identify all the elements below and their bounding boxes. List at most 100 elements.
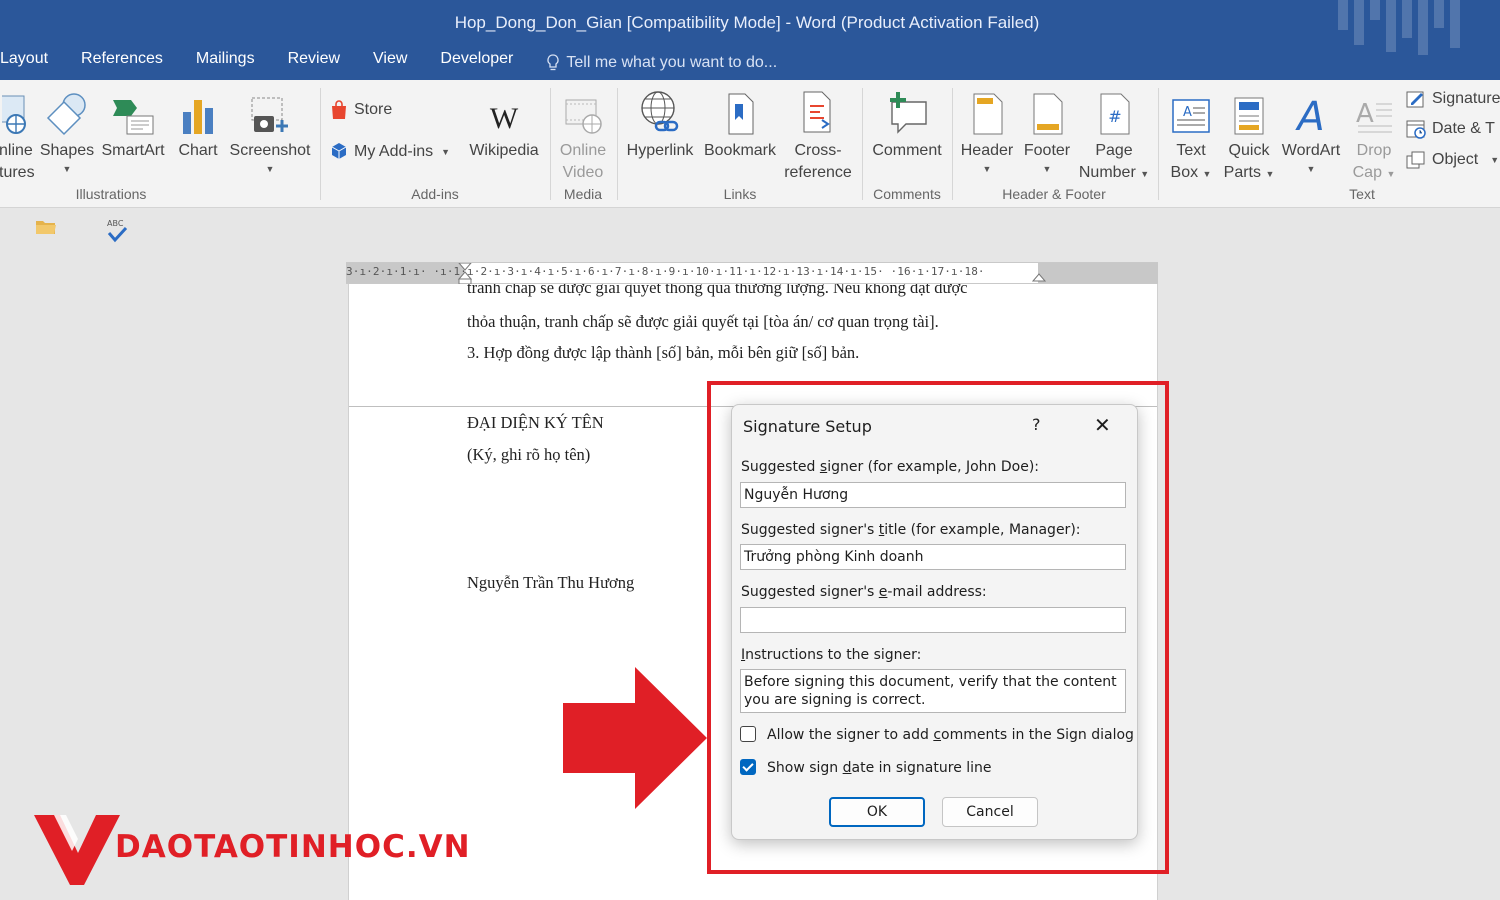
help-button[interactable]: ? bbox=[1032, 415, 1041, 434]
drop-cap-icon: A bbox=[1356, 99, 1392, 133]
allow-comments-label[interactable]: Allow the signer to add comments in the … bbox=[767, 727, 1134, 743]
doc-line-1: thỏa thuận, tranh chấp sẽ được giải quyế… bbox=[467, 312, 939, 331]
header-button[interactable]: Header ▼ bbox=[956, 88, 1018, 176]
signer-email-input[interactable] bbox=[740, 607, 1126, 633]
spelling-check-icon[interactable]: ABC bbox=[106, 218, 128, 244]
close-icon[interactable]: ✕ bbox=[1094, 413, 1111, 437]
header-icon bbox=[973, 93, 1003, 135]
hyperlink-button[interactable]: Hyperlink bbox=[622, 88, 698, 162]
comment-icon bbox=[890, 92, 927, 134]
screenshot-icon bbox=[251, 97, 288, 132]
show-sign-date-label[interactable]: Show sign date in signature line bbox=[767, 760, 992, 776]
addins-icon bbox=[331, 143, 347, 159]
svg-text:A: A bbox=[1294, 94, 1324, 136]
tell-me-box[interactable]: Tell me what you want to do... bbox=[546, 50, 777, 76]
allow-comments-checkbox[interactable] bbox=[740, 726, 756, 742]
text-box-icon: A bbox=[1172, 99, 1210, 133]
dialog-title: Signature Setup bbox=[743, 417, 872, 436]
store-icon bbox=[332, 100, 346, 119]
my-addins-button[interactable]: My Add-ins ▼ bbox=[330, 142, 450, 162]
comment-button[interactable]: Comment bbox=[866, 88, 948, 162]
quick-parts-dropdown-icon: ▼ bbox=[1265, 169, 1275, 179]
group-addins: Add-ins bbox=[411, 186, 459, 202]
object-dropdown-icon: ▼ bbox=[1490, 155, 1500, 165]
svg-text:A: A bbox=[1183, 105, 1192, 120]
screenshot-dropdown-icon: ▼ bbox=[265, 164, 275, 174]
tab-layout[interactable]: Layout bbox=[0, 50, 48, 76]
online-video-button[interactable]: Online Video bbox=[553, 88, 613, 184]
bookmark-button[interactable]: Bookmark bbox=[700, 88, 780, 162]
page-number-button[interactable]: # Page Number ▼ bbox=[1076, 88, 1152, 184]
svg-text:ABC: ABC bbox=[107, 219, 124, 228]
red-arrow-icon bbox=[563, 667, 707, 809]
chart-button[interactable]: Chart bbox=[174, 88, 222, 162]
smartart-icon bbox=[113, 100, 154, 135]
drop-cap-button[interactable]: A Drop Cap ▼ bbox=[1346, 88, 1402, 184]
svg-text:#: # bbox=[1108, 107, 1121, 126]
wikipedia-button[interactable]: W Wikipedia bbox=[464, 88, 544, 162]
ok-button[interactable]: OK bbox=[829, 797, 925, 827]
instructions-label: Instructions to the signer: bbox=[741, 647, 922, 663]
smartart-button[interactable]: SmartArt bbox=[98, 88, 168, 162]
text-box-dropdown-icon: ▼ bbox=[1202, 169, 1212, 179]
group-illustrations: Illustrations bbox=[75, 186, 147, 202]
ruler-scale: 3·ı·2·ı·1·ı· ·ı·1·ı·2·ı·3·ı·4·ı·5·ı·6·ı·… bbox=[346, 265, 985, 278]
tab-mailings[interactable]: Mailings bbox=[196, 50, 255, 76]
signer-title-input[interactable]: Trưởng phòng Kinh doanh bbox=[740, 544, 1126, 570]
tell-me-placeholder: Tell me what you want to do... bbox=[566, 54, 778, 71]
wikipedia-icon: W bbox=[490, 102, 519, 135]
bookmark-icon bbox=[728, 93, 754, 135]
signature-line-icon bbox=[1406, 91, 1424, 108]
doc-line-2: 3. Hợp đồng được lập thành [số] bản, mỗi… bbox=[467, 343, 860, 362]
group-media: Media bbox=[563, 186, 603, 202]
ribbon-tabs: Layout References Mailings Review View D… bbox=[0, 50, 777, 76]
online-pictures-button[interactable]: nline tures bbox=[0, 88, 36, 184]
lightbulb-icon bbox=[547, 54, 559, 71]
footer-button[interactable]: Footer ▼ bbox=[1016, 88, 1078, 176]
horizontal-ruler[interactable]: 3·ı·2·ı·1·ı· ·ı·1·ı·2·ı·3·ı·4·ı·5·ı·6·ı·… bbox=[346, 262, 1158, 285]
screenshot-button[interactable]: Screenshot ▼ bbox=[226, 88, 314, 176]
cross-reference-button[interactable]: Cross-reference bbox=[782, 88, 854, 184]
my-addins-dropdown-icon: ▼ bbox=[441, 147, 451, 157]
shapes-dropdown-icon: ▼ bbox=[62, 164, 72, 174]
text-box-button[interactable]: A Text Box ▼ bbox=[1164, 88, 1218, 184]
open-folder-icon[interactable] bbox=[35, 218, 57, 236]
window-title: Hop_Dong_Don_Gian [Compatibility Mode] -… bbox=[454, 13, 1040, 32]
footer-icon bbox=[1033, 93, 1063, 135]
quick-parts-button[interactable]: Quick Parts ▼ bbox=[1220, 88, 1278, 184]
shapes-icon bbox=[46, 93, 86, 136]
ruler-right-margin bbox=[1038, 263, 1158, 283]
shapes-button[interactable]: Shapes ▼ bbox=[38, 88, 96, 176]
object-button[interactable]: Object ▼ bbox=[1406, 150, 1499, 170]
svg-text:W: W bbox=[490, 102, 519, 135]
doc-signer-name: Nguyễn Trần Thu Hương bbox=[467, 573, 635, 592]
store-button[interactable]: Store bbox=[330, 100, 392, 120]
drop-cap-dropdown-icon: ▼ bbox=[1386, 169, 1396, 179]
ribbon-separator bbox=[320, 88, 321, 200]
tab-review[interactable]: Review bbox=[288, 50, 340, 76]
title-bar: Hop_Dong_Don_Gian [Compatibility Mode] -… bbox=[0, 0, 1500, 80]
online-pictures-icon bbox=[2, 95, 26, 134]
hyperlink-icon bbox=[641, 91, 679, 132]
wordart-button[interactable]: A WordArt ▼ bbox=[1278, 88, 1344, 176]
tab-references[interactable]: References bbox=[81, 50, 163, 76]
header-dropdown-icon: ▼ bbox=[982, 164, 992, 174]
doc-line-partial: tranh chấp sẽ được giải quyết thông qua … bbox=[467, 284, 968, 297]
brand-logo-text: DAOTAOTINHOC.VN bbox=[115, 829, 471, 865]
tab-developer[interactable]: Developer bbox=[440, 50, 513, 76]
right-indent-marker-icon[interactable] bbox=[1032, 269, 1046, 285]
ribbon-separator bbox=[1158, 88, 1159, 200]
bar-chart-icon bbox=[183, 100, 213, 134]
signer-title-label: Suggested signer's title (for example, M… bbox=[741, 522, 1081, 538]
ribbon-separator bbox=[862, 88, 863, 200]
instructions-textarea[interactable]: Before signing this document, verify tha… bbox=[740, 669, 1126, 713]
signature-line-button[interactable]: Signature bbox=[1406, 89, 1500, 109]
indent-marker-icon[interactable] bbox=[458, 263, 472, 285]
date-time-button[interactable]: Date & T bbox=[1406, 119, 1495, 139]
tab-view[interactable]: View bbox=[373, 50, 407, 76]
show-sign-date-checkbox[interactable] bbox=[740, 759, 756, 775]
svg-text:A: A bbox=[1356, 99, 1374, 129]
signer-email-label: Suggested signer's e-mail address: bbox=[741, 584, 987, 600]
suggested-signer-input[interactable]: Nguyễn Hương bbox=[740, 482, 1126, 508]
cancel-button[interactable]: Cancel bbox=[942, 797, 1038, 827]
